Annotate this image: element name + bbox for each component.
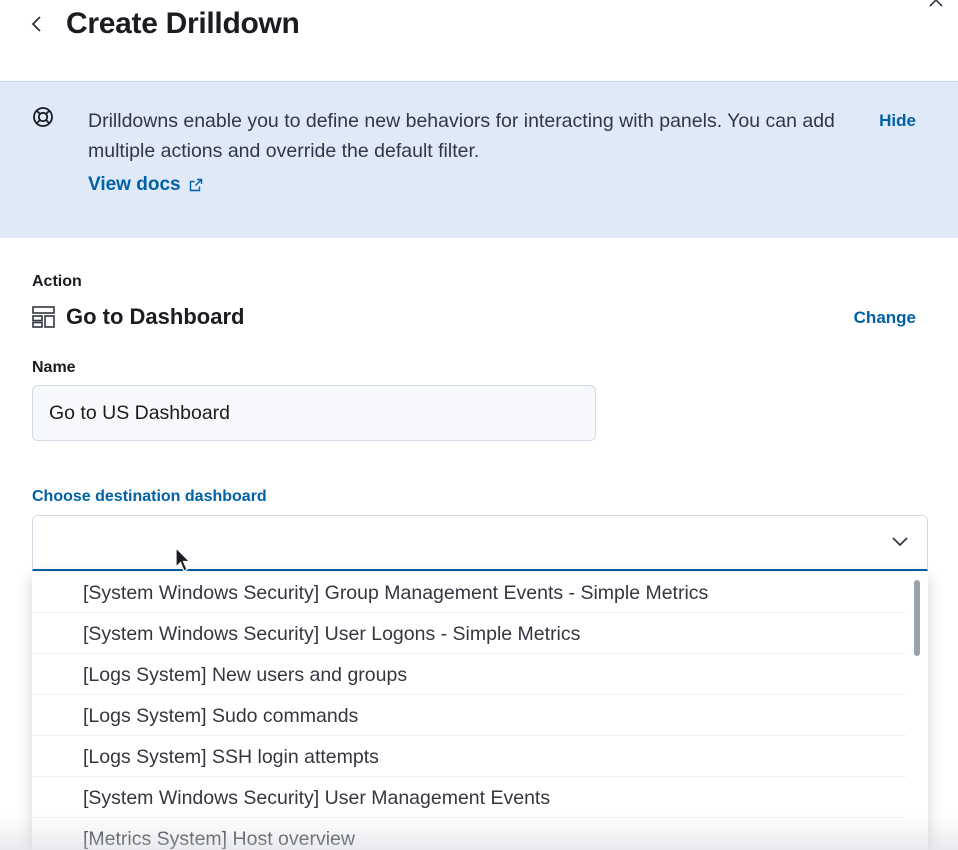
list-item[interactable]: [Logs System] Sudo commands bbox=[32, 695, 906, 736]
dashboard-app-icon bbox=[32, 306, 55, 328]
external-link-icon bbox=[189, 178, 202, 192]
help-lifebuoy-icon bbox=[32, 106, 54, 128]
flyout-header: Create Drilldown bbox=[0, 0, 958, 80]
destination-combobox[interactable] bbox=[32, 515, 928, 571]
page-title: Create Drilldown bbox=[66, 7, 300, 40]
destination-label: Choose destination dashboard bbox=[32, 488, 267, 505]
hide-button[interactable]: Hide bbox=[879, 111, 916, 131]
dropdown-scrollbar[interactable] bbox=[914, 580, 920, 656]
list-item[interactable]: [Logs System] New users and groups bbox=[32, 654, 906, 695]
view-docs-link[interactable]: View docs bbox=[88, 174, 203, 196]
back-icon[interactable] bbox=[30, 10, 48, 38]
info-callout: Drilldowns enable you to define new beha… bbox=[0, 81, 958, 238]
action-name: Go to Dashboard bbox=[66, 304, 245, 329]
name-label: Name bbox=[32, 359, 76, 376]
list-item[interactable]: [System Windows Security] Group Manageme… bbox=[32, 572, 906, 613]
destination-options-list: [System Windows Security] Group Manageme… bbox=[32, 572, 928, 850]
action-selected: Go to Dashboard bbox=[32, 304, 244, 330]
list-item[interactable]: [System Windows Security] User Logons - … bbox=[32, 613, 906, 654]
mouse-pointer-icon bbox=[175, 547, 191, 572]
change-action-button[interactable]: Change bbox=[854, 308, 916, 328]
list-item[interactable]: [System Windows Security] User Managemen… bbox=[32, 777, 906, 818]
list-item[interactable]: [Logs System] SSH login attempts bbox=[32, 736, 906, 777]
name-input[interactable] bbox=[32, 385, 596, 441]
view-docs-label: View docs bbox=[88, 174, 181, 195]
list-item[interactable]: [Metrics System] Host overview bbox=[32, 818, 906, 850]
close-icon[interactable] bbox=[928, 0, 944, 8]
callout-text: Drilldowns enable you to define new beha… bbox=[88, 110, 835, 162]
chevron-down-icon[interactable] bbox=[891, 536, 909, 548]
action-label: Action bbox=[32, 273, 82, 290]
